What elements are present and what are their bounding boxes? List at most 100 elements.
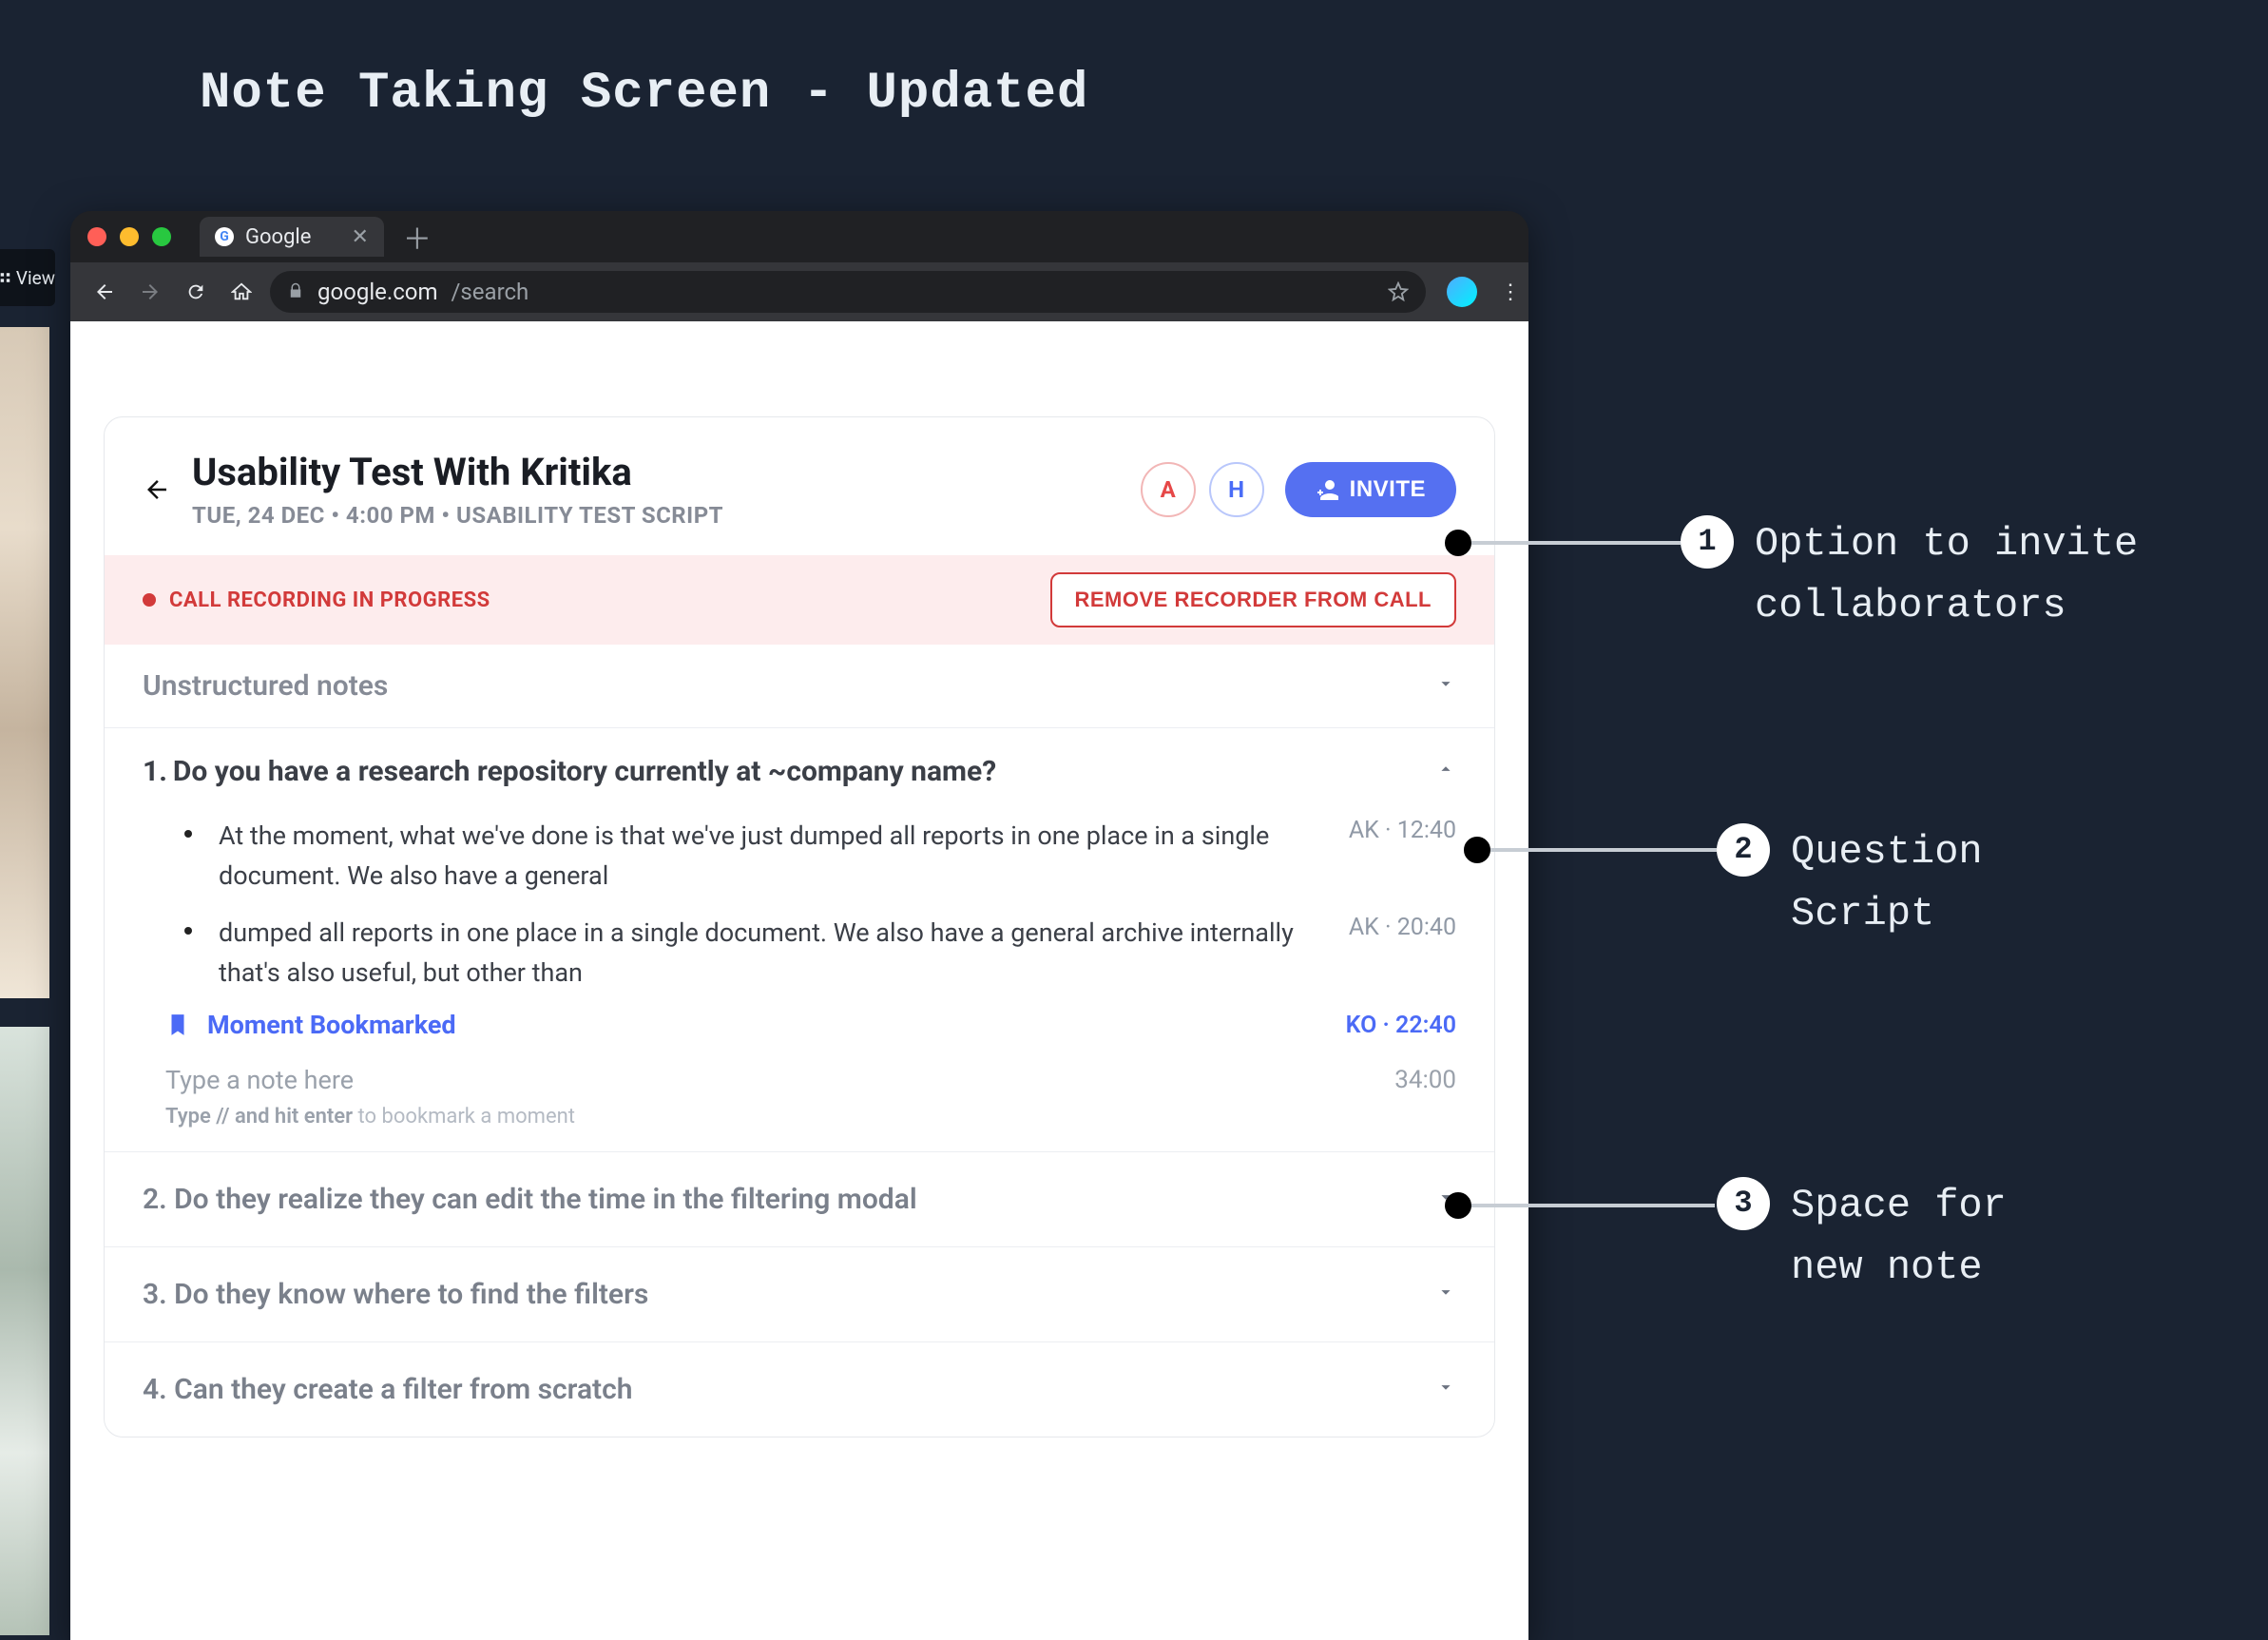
view-label: View — [16, 267, 55, 289]
google-favicon-icon: G — [215, 227, 234, 246]
annotation-number: 3 — [1717, 1177, 1770, 1230]
note-meta: AK · 12:40 — [1349, 817, 1456, 844]
page-subtitle: TUE, 24 DEC • 4:00 PM • USABILITY TEST S… — [192, 502, 1120, 529]
invite-button[interactable]: INVITE — [1285, 462, 1456, 517]
arrow-left-icon — [93, 280, 116, 303]
question-text: Do they know where to find the filters — [174, 1278, 648, 1311]
question-text: Do you have a research repository curren… — [173, 755, 996, 788]
tab-title: Google — [245, 225, 311, 249]
bookmark-star-icon[interactable] — [1388, 281, 1409, 302]
note-card: Usability Test With Kritika TUE, 24 DEC … — [104, 416, 1495, 1437]
home-icon — [231, 281, 252, 302]
annotation-anchor-dot — [1445, 530, 1471, 556]
video-thumb-top — [0, 327, 49, 998]
maximize-icon[interactable] — [152, 227, 171, 246]
lock-icon — [287, 279, 304, 305]
annotation-number: 1 — [1681, 515, 1734, 569]
bookmark-icon — [165, 1013, 190, 1037]
bullet-icon — [184, 927, 192, 935]
note-item: dumped all reports in one place in a sin… — [165, 914, 1456, 994]
unstructured-notes-section[interactable]: Unstructured notes — [105, 645, 1494, 727]
recording-label: CALL RECORDING IN PROGRESS — [169, 588, 490, 612]
new-note-hint: Type // and hit enter to bookmark a mome… — [165, 1105, 1456, 1129]
annotation: 3 Space for new note — [1717, 1175, 2095, 1299]
profile-avatar[interactable] — [1447, 277, 1477, 307]
new-note-placeholder: Type a note here — [165, 1065, 354, 1095]
question-row[interactable]: 4. Can they create a filter from scratch — [105, 1341, 1494, 1437]
note-text: At the moment, what we've done is that w… — [219, 817, 1299, 897]
arrow-right-icon — [139, 280, 162, 303]
video-thumb-bottom — [0, 1027, 49, 1635]
card-header: Usability Test With Kritika TUE, 24 DEC … — [105, 417, 1494, 555]
question-text: Can they create a filter from scratch — [174, 1373, 632, 1406]
annotation-line — [1471, 541, 1681, 545]
question-row[interactable]: 1.Do you have a research repository curr… — [105, 727, 1494, 807]
annotation-number: 2 — [1717, 823, 1770, 877]
close-icon[interactable] — [87, 227, 106, 246]
invite-label: INVITE — [1350, 476, 1426, 503]
note-meta: AK · 20:40 — [1349, 914, 1456, 941]
question-row[interactable]: 2. Do they realize they can edit the tim… — [105, 1151, 1494, 1246]
question-number: 2. — [143, 1183, 167, 1216]
remove-recorder-button[interactable]: REMOVE RECORDER FROM CALL — [1050, 572, 1457, 627]
participant-avatar[interactable]: H — [1209, 462, 1264, 517]
chevron-down-icon — [1435, 1282, 1456, 1308]
minimize-icon[interactable] — [120, 227, 139, 246]
tab-bar: G Google ✕ ＋ — [70, 211, 1528, 262]
reload-icon — [185, 281, 206, 302]
question-number: 3. — [143, 1278, 167, 1311]
back-button[interactable] — [87, 275, 122, 309]
address-bar: google.com/search ⋮ — [70, 262, 1528, 321]
section-label: Unstructured notes — [143, 669, 388, 703]
annotation-line — [1471, 1204, 1715, 1207]
annotation-line — [1490, 848, 1717, 852]
person-add-icon — [1316, 478, 1338, 501]
chevron-down-icon — [1435, 673, 1456, 700]
view-toggle[interactable]: View — [0, 249, 55, 306]
annotation-text: Question Script — [1791, 821, 2095, 945]
browser-menu-icon[interactable]: ⋮ — [1498, 280, 1523, 304]
annotation-text: Space for new note — [1791, 1175, 2095, 1299]
arrow-left-icon — [143, 475, 171, 504]
new-note-area[interactable]: Type a note here 34:00 Type // and hit e… — [165, 1065, 1456, 1129]
browser-window: G Google ✕ ＋ google.com/search — [70, 211, 1528, 1640]
question-number: 1. — [143, 755, 167, 788]
recording-banner: CALL RECORDING IN PROGRESS REMOVE RECORD… — [105, 555, 1494, 645]
question-number: 4. — [143, 1373, 167, 1406]
bookmark-row: Moment Bookmarked KO · 22:40 — [165, 1010, 1456, 1040]
home-button[interactable] — [224, 275, 259, 309]
slide-title: Note Taking Screen - Updated — [200, 65, 1088, 123]
annotation-anchor-dot — [1445, 1192, 1471, 1219]
chevron-up-icon — [1435, 759, 1456, 785]
question-text: Do they realize they can edit the time i… — [174, 1183, 916, 1216]
question-notes-body: At the moment, what we've done is that w… — [105, 807, 1494, 1151]
annotation: 2 Question Script — [1717, 821, 2095, 945]
new-note-time: 34:00 — [1394, 1066, 1456, 1094]
annotation-text: Option to invite collaborators — [1755, 513, 2249, 637]
question-row[interactable]: 3. Do they know where to find the filter… — [105, 1246, 1494, 1341]
url-input[interactable]: google.com/search — [270, 271, 1426, 313]
forward-button[interactable] — [133, 275, 167, 309]
bullet-icon — [184, 830, 192, 838]
participant-avatar[interactable]: A — [1141, 462, 1196, 517]
window-controls[interactable] — [87, 227, 171, 246]
page-title: Usability Test With Kritika — [192, 450, 1120, 494]
reload-button[interactable] — [179, 275, 213, 309]
chevron-down-icon — [1435, 1377, 1456, 1403]
note-text: dumped all reports in one place in a sin… — [219, 914, 1299, 994]
new-tab-button[interactable]: ＋ — [403, 216, 432, 258]
bookmark-label: Moment Bookmarked — [207, 1010, 456, 1040]
tab-close-icon[interactable]: ✕ — [351, 225, 368, 249]
record-dot-icon — [143, 593, 156, 607]
participant-chips: A H — [1141, 462, 1264, 517]
grid-icon — [0, 270, 10, 285]
page-content: Usability Test With Kritika TUE, 24 DEC … — [70, 321, 1528, 1640]
annotation-anchor-dot — [1464, 837, 1490, 863]
note-item: At the moment, what we've done is that w… — [165, 817, 1456, 897]
annotation: 1 Option to invite collaborators — [1681, 513, 2249, 637]
url-path: /search — [452, 279, 529, 305]
url-host: google.com — [317, 279, 438, 305]
bookmark-meta: KO · 22:40 — [1346, 1012, 1456, 1039]
back-arrow-button[interactable] — [143, 472, 171, 513]
browser-tab[interactable]: G Google ✕ — [200, 217, 384, 257]
